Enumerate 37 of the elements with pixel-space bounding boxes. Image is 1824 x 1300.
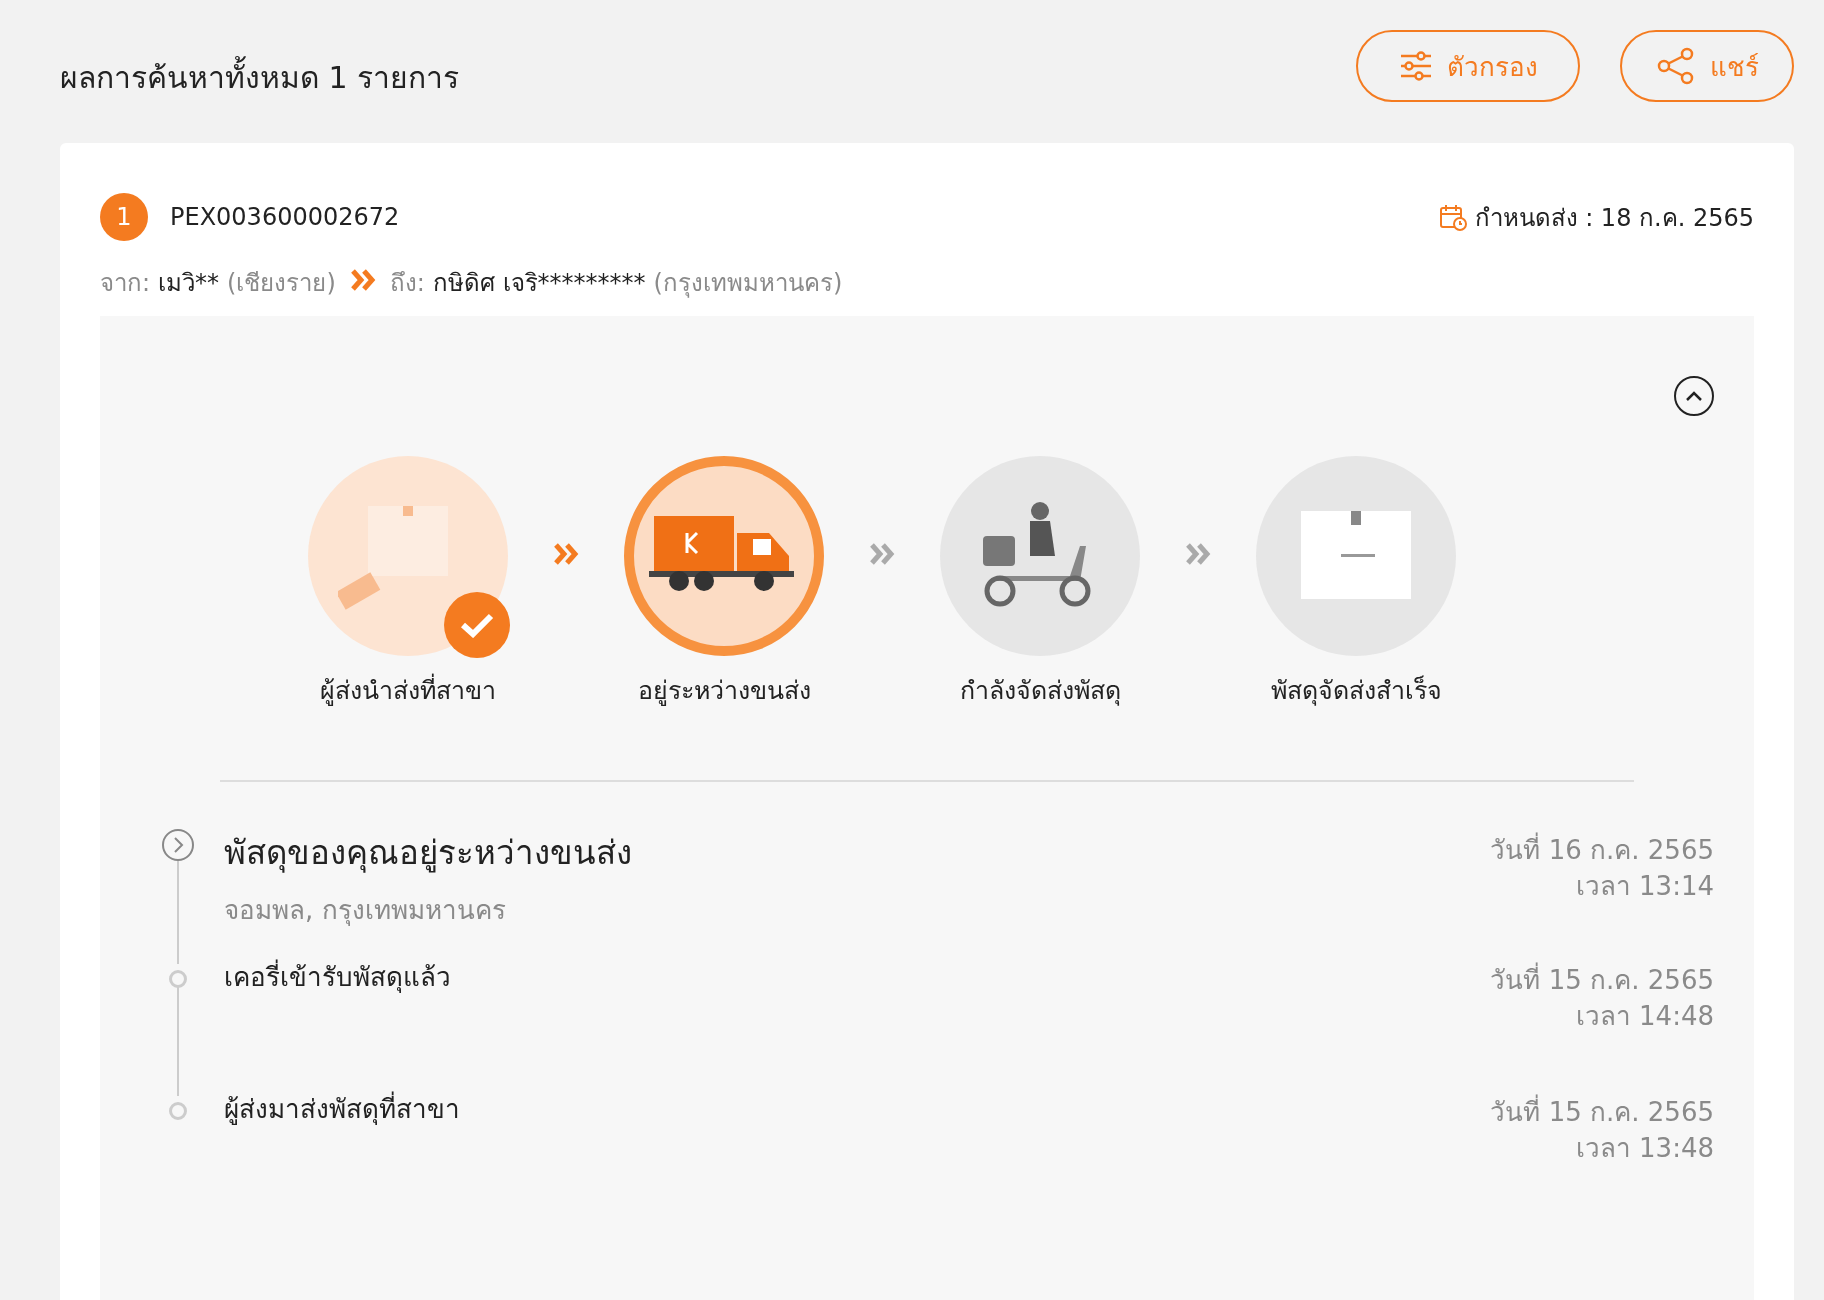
tracking-number: PEX003600002672: [170, 203, 400, 231]
sliders-icon: [1398, 51, 1433, 81]
chevron-up-icon: [1684, 389, 1704, 403]
sender-name: เมวิ**: [158, 268, 220, 299]
event-title: เคอรี่เข้ารับพัสดุแล้ว: [224, 956, 1491, 997]
double-chevron-icon: [1185, 542, 1211, 566]
double-chevron-icon: [553, 542, 579, 566]
step-label: ผู้ส่งนำส่งที่สาขา: [320, 670, 496, 710]
event-date: วันที่ 15 ก.ค. 2565: [1490, 962, 1714, 998]
event-title: พัสดุของคุณอยู่ระหว่างขนส่ง: [224, 832, 633, 875]
filter-button[interactable]: ตัวกรอง: [1356, 30, 1580, 102]
chevron-circle-icon: [161, 828, 195, 862]
step-label: กำลังจัดส่งพัสดุ: [959, 675, 1121, 708]
to-label: ถึง:: [389, 268, 425, 299]
event-date: วันที่ 16 ก.ค. 2565: [1490, 832, 1714, 868]
from-label: จาก:: [100, 268, 151, 299]
calendar-icon: [1438, 203, 1467, 231]
double-chevron-icon: [349, 267, 376, 292]
sender-city: (เชียงราย): [227, 268, 336, 299]
results-title: ผลการค้นหาทั้งหมด 1 รายการ: [60, 54, 460, 101]
recipient-city: (กรุงเทพมหานคร): [653, 268, 843, 300]
double-chevron-icon: [869, 542, 895, 566]
event-time: เวลา 13:14: [1575, 870, 1714, 903]
due-date: กำหนดส่ง : 18 ก.ค. 2565: [1474, 202, 1754, 234]
share-icon: [1655, 47, 1696, 85]
event-time: เวลา 14:48: [1575, 1000, 1714, 1033]
recipient-name: กษิดิศ เจริ*********: [432, 268, 646, 299]
step-label: พัสดุจัดส่งสำเร็จ: [1270, 674, 1442, 708]
timeline-dot: [169, 1102, 187, 1120]
share-button[interactable]: แชร์: [1620, 30, 1794, 102]
event-date: วันที่ 15 ก.ค. 2565: [1490, 1094, 1714, 1130]
event-title: ผู้ส่งมาส่งพัสดุที่สาขา: [224, 1088, 1491, 1129]
step-label: อยู่ระหว่างขนส่ง: [637, 675, 811, 708]
event-location: จอมพล, กรุงเทพมหานคร: [224, 894, 507, 928]
event-time: เวลา 13:48: [1575, 1132, 1714, 1165]
collapse-button[interactable]: [1674, 376, 1714, 416]
index-badge: 1: [100, 193, 148, 241]
